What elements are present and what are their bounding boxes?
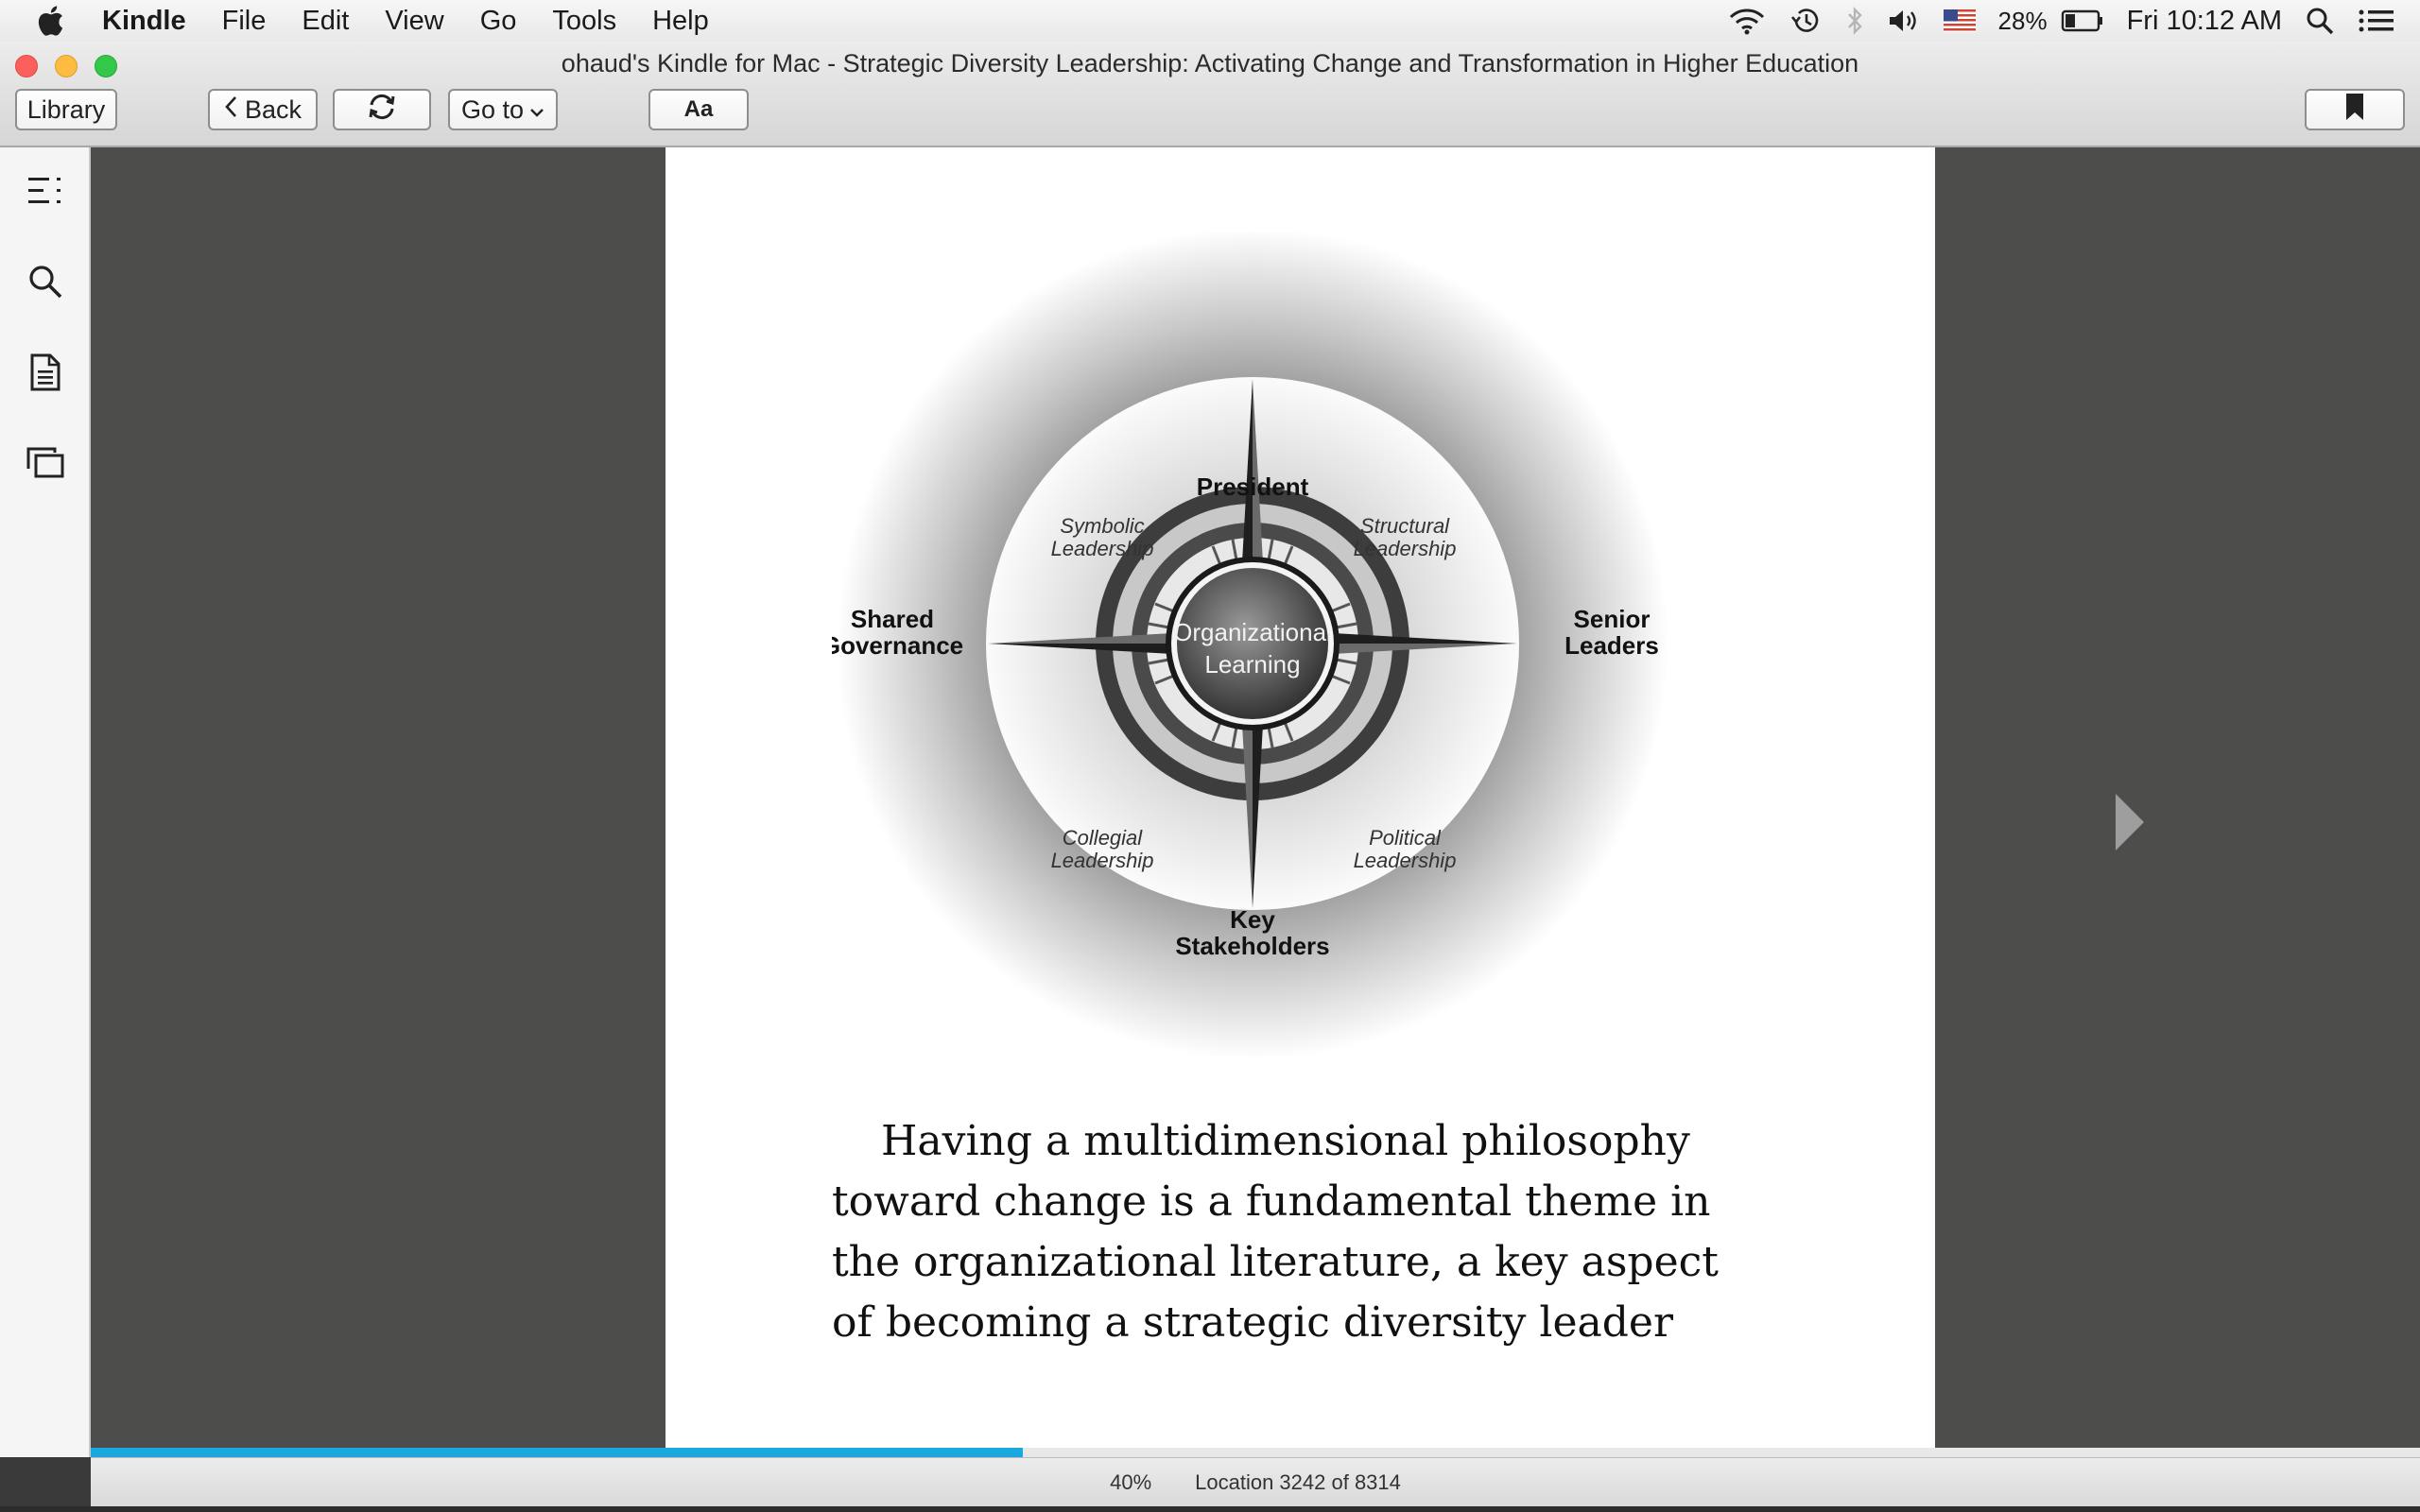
spotlight-icon[interactable] bbox=[2305, 6, 2335, 36]
sync-icon bbox=[366, 93, 398, 128]
chevron-left-icon bbox=[224, 95, 237, 125]
center-label-line1: Organizational bbox=[1173, 618, 1332, 646]
volume-icon[interactable] bbox=[1887, 7, 1921, 35]
notes-icon[interactable] bbox=[23, 350, 68, 395]
leadership-compass-figure: Organizational Learning President Shared… bbox=[832, 232, 1668, 1059]
paragraph-line: Having a multidimensional philosophy bbox=[881, 1117, 1690, 1165]
location-text: Location 3242 of 8314 bbox=[1195, 1469, 1401, 1494]
battery-percent: 28% bbox=[1997, 6, 2048, 35]
label-structural-line2: Leadership bbox=[1354, 537, 1457, 560]
paragraph-line: the organizational literature, a key asp… bbox=[832, 1238, 1719, 1286]
bookmark-button[interactable] bbox=[2305, 89, 2405, 130]
reading-progress-fill bbox=[91, 1448, 1023, 1457]
label-collegial-line1: Collegial bbox=[1063, 826, 1143, 850]
label-key-stakeholders-line1: Key bbox=[1230, 905, 1275, 934]
label-political-line1: Political bbox=[1369, 826, 1442, 850]
sync-button[interactable] bbox=[333, 89, 431, 130]
time-machine-icon[interactable] bbox=[1789, 6, 1823, 36]
window-titlebar: ohaud's Kindle for Mac - Strategic Diver… bbox=[0, 42, 2420, 147]
menu-kindle[interactable]: Kindle bbox=[102, 6, 186, 37]
menu-file[interactable]: File bbox=[222, 6, 267, 37]
paragraph-line: toward change is a fundamental theme in bbox=[832, 1177, 1711, 1226]
paragraph-line: of becoming a strategic diversity leader bbox=[832, 1298, 1673, 1347]
progress-percent: 40% bbox=[1110, 1469, 1152, 1494]
label-symbolic-line1: Symbolic bbox=[1060, 514, 1144, 538]
label-senior-leaders-line1: Senior bbox=[1574, 605, 1651, 633]
go-to-label: Go to bbox=[460, 94, 525, 124]
bookmark-icon bbox=[2344, 93, 2365, 128]
notification-center-icon[interactable] bbox=[2358, 7, 2395, 35]
next-page-arrow-icon[interactable] bbox=[2114, 794, 2146, 855]
library-button[interactable]: Library bbox=[15, 89, 117, 130]
menu-tools[interactable]: Tools bbox=[552, 6, 616, 37]
label-structural-line1: Structural bbox=[1360, 514, 1450, 538]
label-symbolic-line2: Leadership bbox=[1051, 537, 1154, 560]
center-label-line2: Learning bbox=[1204, 650, 1300, 679]
menu-help[interactable]: Help bbox=[652, 6, 709, 37]
reading-progress-bar[interactable] bbox=[91, 1448, 2420, 1457]
back-label: Back bbox=[244, 94, 302, 124]
book-page[interactable]: Organizational Learning President Shared… bbox=[666, 147, 1935, 1448]
reader-sidebar bbox=[0, 147, 91, 1457]
reading-area: Organizational Learning President Shared… bbox=[91, 147, 2420, 1448]
menu-edit[interactable]: Edit bbox=[302, 6, 349, 37]
menu-bar: Kindle File Edit View Go Tools Help 28% … bbox=[0, 0, 2420, 42]
label-political-line2: Leadership bbox=[1354, 849, 1457, 872]
label-shared-governance-line2: Governance bbox=[832, 631, 963, 660]
flashcards-icon[interactable] bbox=[23, 440, 68, 486]
menu-go[interactable]: Go bbox=[480, 6, 517, 37]
menubar-clock[interactable]: Fri 10:12 AM bbox=[2127, 6, 2282, 37]
go-to-button[interactable]: Go to bbox=[448, 89, 558, 130]
chevron-down-icon bbox=[529, 95, 544, 125]
book-paragraph: Having a multidimensional philosophy tow… bbox=[832, 1111, 1719, 1353]
apple-menu-icon[interactable] bbox=[36, 5, 74, 37]
label-shared-governance-line1: Shared bbox=[851, 605, 934, 633]
search-icon[interactable] bbox=[23, 259, 68, 304]
label-key-stakeholders-line2: Stakeholders bbox=[1175, 932, 1329, 960]
label-senior-leaders-line2: Leaders bbox=[1564, 631, 1659, 660]
desktop-background bbox=[0, 1506, 2420, 1512]
battery-icon[interactable] bbox=[2061, 9, 2104, 33]
label-president: President bbox=[1197, 472, 1309, 501]
status-bar: 40% Location 3242 of 8314 bbox=[91, 1457, 2420, 1506]
us-flag-input-icon[interactable] bbox=[1943, 9, 1976, 32]
label-collegial-line2: Leadership bbox=[1051, 849, 1154, 872]
menu-view[interactable]: View bbox=[385, 6, 443, 37]
bluetooth-icon[interactable] bbox=[1845, 6, 1864, 36]
wifi-icon[interactable] bbox=[1728, 7, 1766, 35]
font-settings-button[interactable]: Aa bbox=[648, 89, 749, 130]
table-of-contents-icon[interactable] bbox=[23, 168, 68, 214]
window-title: ohaud's Kindle for Mac - Strategic Diver… bbox=[561, 49, 1859, 77]
back-button[interactable]: Back bbox=[208, 89, 318, 130]
